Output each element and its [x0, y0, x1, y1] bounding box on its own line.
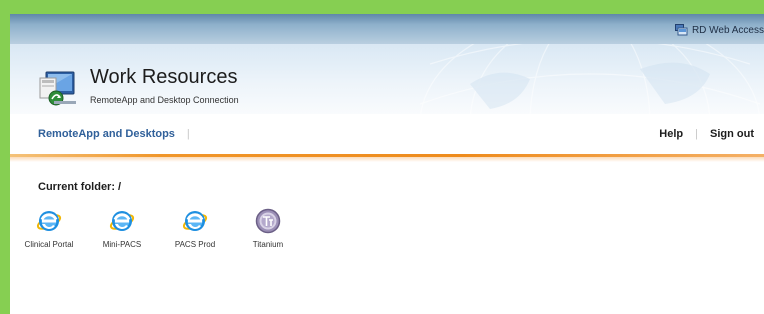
internet-explorer-icon	[36, 211, 62, 231]
rd-web-access-icon	[674, 24, 688, 36]
rd-web-access-link[interactable]: RD Web Access	[674, 24, 764, 36]
rd-web-access-label: RD Web Access	[691, 24, 764, 36]
sign-out-link[interactable]: Sign out	[710, 128, 754, 140]
remoteapp-logo-icon	[39, 71, 76, 106]
browser-frame: RD Web Access Work Resources RemoteApp a…	[0, 0, 764, 314]
page-title: Work Resources	[90, 66, 238, 88]
nav-right-group: Help | Sign out	[659, 128, 754, 140]
app-label: Titanium	[252, 240, 284, 249]
current-folder-label: Current folder: /	[38, 181, 122, 193]
internet-explorer-icon	[109, 211, 135, 231]
navigation-bar: RemoteApp and Desktops | Help | Sign out	[10, 114, 764, 156]
app-label: Mini-PACS	[102, 240, 142, 249]
internet-explorer-icon	[182, 211, 208, 231]
app-clinical-portal[interactable]: Clinical Portal	[16, 207, 82, 259]
app-titanium[interactable]: Titanium	[235, 207, 301, 259]
help-link[interactable]: Help	[659, 128, 683, 140]
app-label: PACS Prod	[174, 240, 216, 249]
nav-separator: |	[186, 128, 190, 140]
page-subtitle: RemoteApp and Desktop Connection	[90, 95, 239, 105]
tab-remoteapp-and-desktops[interactable]: RemoteApp and Desktops	[38, 128, 175, 140]
titanium-icon	[255, 208, 281, 234]
header-banner: Work Resources RemoteApp and Desktop Con…	[10, 44, 764, 114]
accent-divider-glow	[10, 157, 764, 162]
app-label: Clinical Portal	[24, 240, 74, 249]
app-mini-pacs[interactable]: Mini-PACS	[89, 207, 155, 259]
nav-separator: |	[695, 128, 698, 140]
nav-left-group: RemoteApp and Desktops |	[38, 128, 190, 140]
globe-background-graphic	[419, 44, 761, 114]
top-bar: RD Web Access	[10, 14, 764, 44]
app-pacs-prod[interactable]: PACS Prod	[162, 207, 228, 259]
